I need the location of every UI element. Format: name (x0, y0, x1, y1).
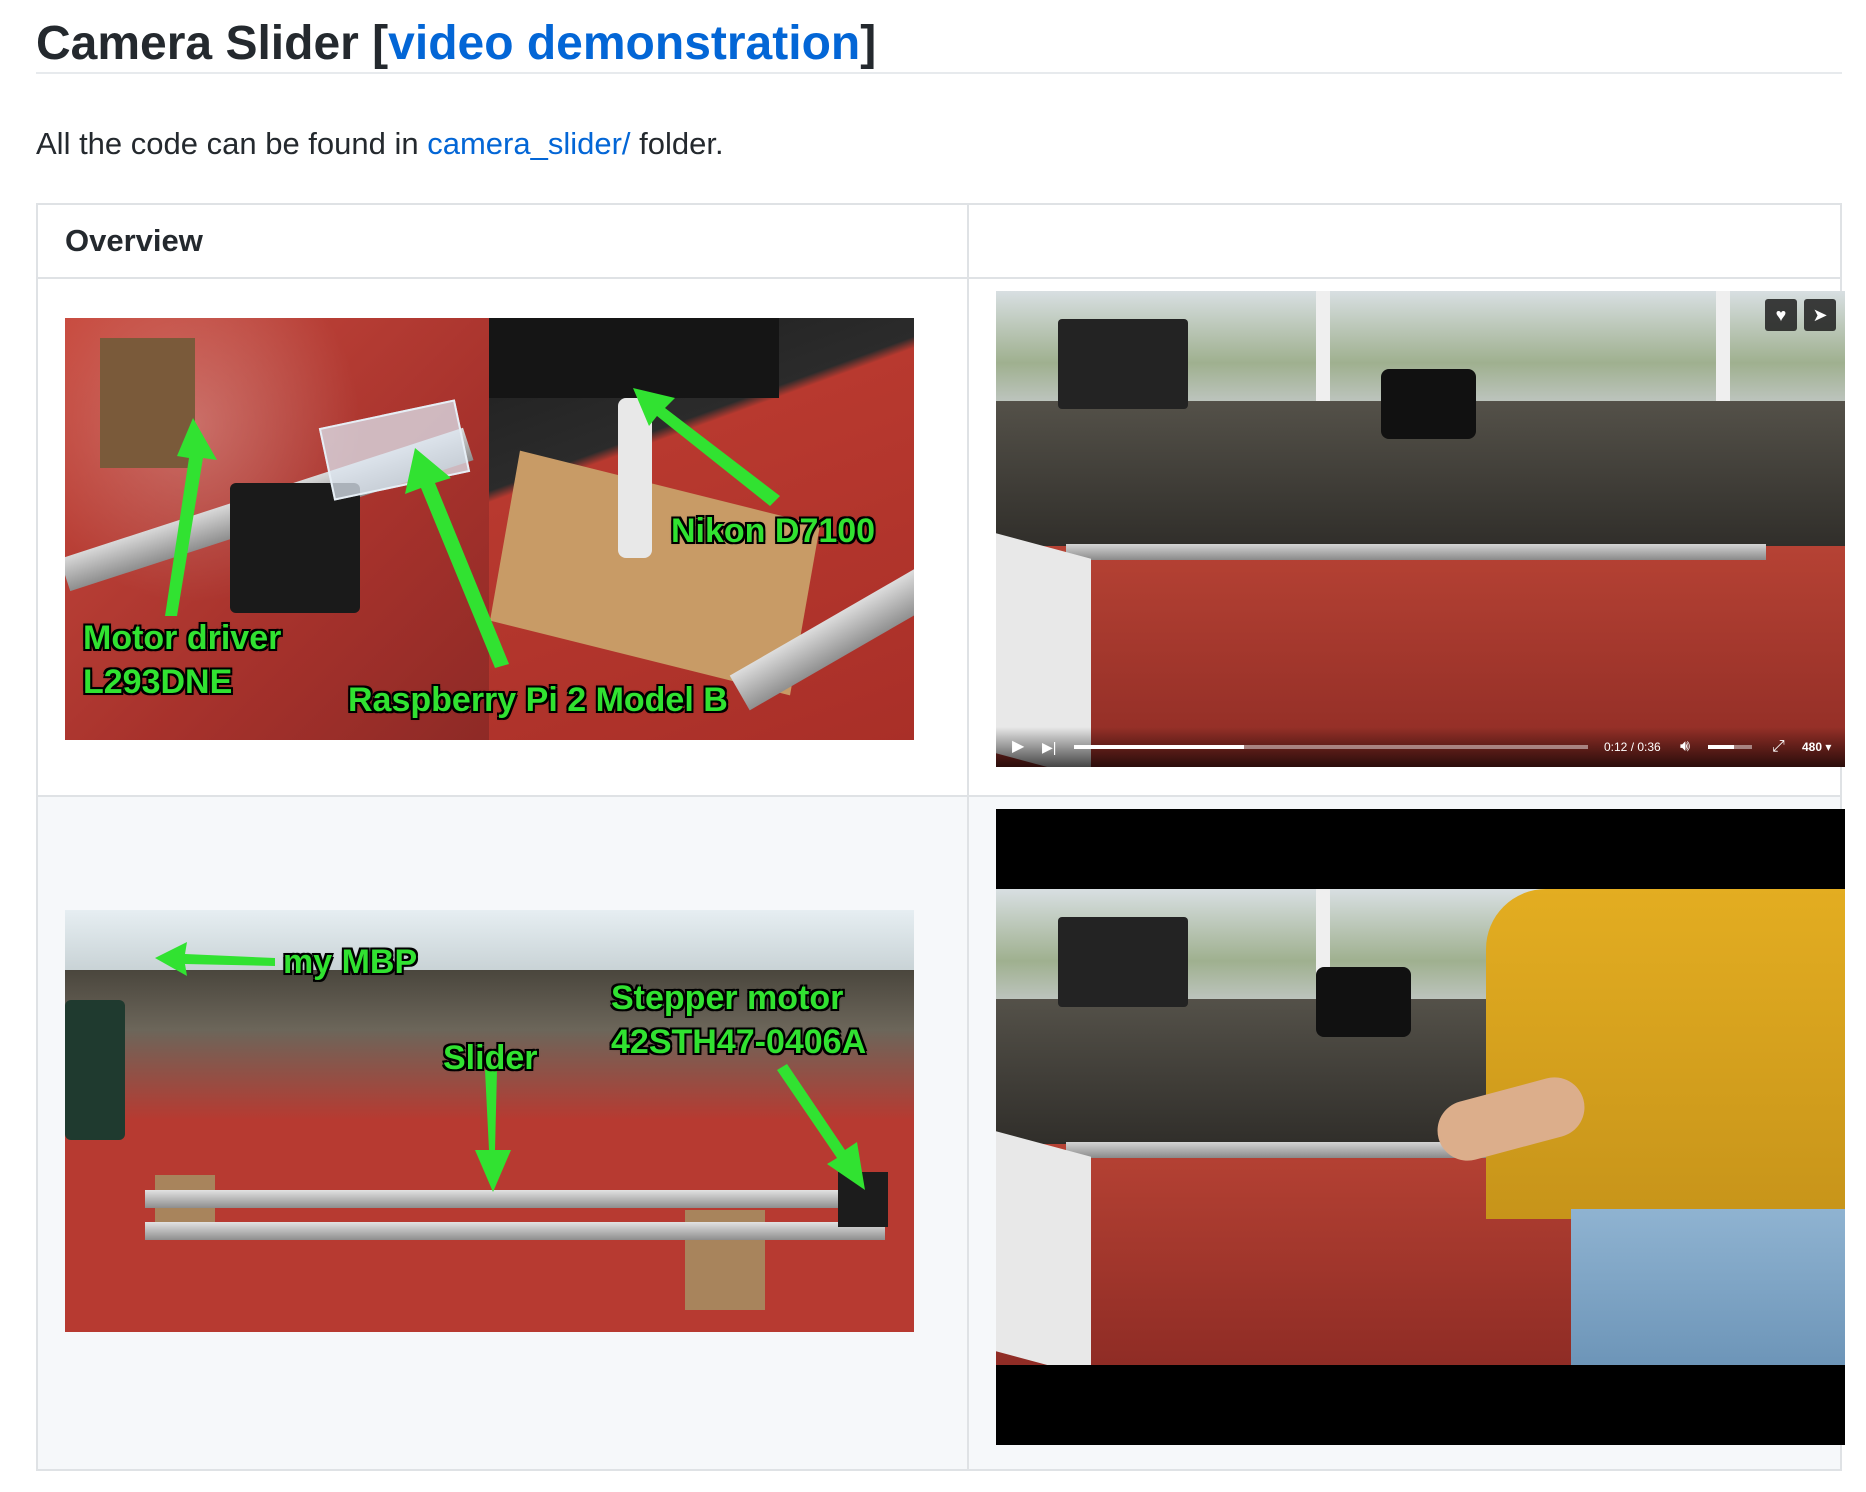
share-icon[interactable]: ➤ (1804, 299, 1836, 331)
section-heading: Camera Slider [video demonstration] (36, 0, 1842, 74)
chevron-down-icon: ▾ (1822, 740, 1832, 754)
overview-table: Overview Motor driver L293DNE Raspberry … (36, 203, 1845, 1471)
video-demonstration-link[interactable]: video demonstration (388, 17, 860, 70)
fullscreen-icon[interactable]: ⤢ (1772, 727, 1785, 767)
table-cell-video-player: ♥ ➤ ▶ ▶| 0:12 / 0:36 🔊︎ ⤢ 480 ▾ (967, 277, 1845, 797)
stepper-motor-label-line2: 42STH47-0406A (611, 1023, 867, 1061)
table-header-row: Overview (36, 203, 1842, 279)
heading-text: Camera Slider [ (36, 17, 389, 70)
table-cell-photo-electronics: Motor driver L293DNE Raspberry Pi 2 Mode… (36, 277, 969, 797)
table-row: my MBP Slider Stepper motor 42STH47-0406… (36, 795, 1845, 1471)
motor-driver-label-line2: L293DNE (83, 663, 233, 701)
video-preview[interactable] (996, 809, 1845, 1445)
raspberry-pi-label: Raspberry Pi 2 Model B (348, 681, 728, 719)
volume-icon[interactable]: 🔊︎ (1680, 727, 1690, 767)
intro-text-before: All the code can be found in (36, 126, 428, 161)
volume-slider[interactable] (1708, 745, 1752, 749)
slider-label: Slider (443, 1039, 538, 1077)
table-row: Motor driver L293DNE Raspberry Pi 2 Mode… (36, 277, 1845, 797)
play-icon[interactable]: ▶ (1012, 727, 1024, 767)
video-progress-bar[interactable] (1074, 745, 1588, 749)
heart-icon[interactable]: ♥ (1765, 299, 1797, 331)
arrows-slider-photo (155, 942, 865, 1192)
skip-next-icon[interactable]: ▶| (1042, 727, 1056, 767)
slider-photo: my MBP Slider Stepper motor 42STH47-0406… (65, 910, 914, 1332)
table-header-overview: Overview (36, 203, 969, 279)
heading-bracket: ] (860, 17, 877, 70)
stepper-motor-label-line1: Stepper motor (611, 979, 844, 1017)
quality-label: 480 (1802, 740, 1823, 754)
intro-text-after: folder. (630, 126, 724, 161)
quality-selector[interactable]: 480 ▾ (1802, 727, 1831, 767)
electronics-photo: Motor driver L293DNE Raspberry Pi 2 Mode… (65, 318, 914, 740)
video-time: 0:12 / 0:36 (1604, 740, 1661, 754)
table-cell-photo-slider: my MBP Slider Stepper motor 42STH47-0406… (36, 795, 969, 1471)
intro-paragraph: All the code can be found in camera_slid… (36, 124, 724, 164)
video-player[interactable]: ♥ ➤ ▶ ▶| 0:12 / 0:36 🔊︎ ⤢ 480 ▾ (996, 291, 1845, 767)
nikon-label: Nikon D7100 (671, 512, 876, 550)
table-header-empty (967, 203, 1842, 279)
camera-slider-folder-link[interactable]: camera_slider/ (427, 126, 630, 161)
readme-section: Camera Slider [video demonstration] All … (36, 0, 1845, 1471)
my-mbp-label: my MBP (283, 943, 418, 981)
motor-driver-label-line1: Motor driver (83, 619, 282, 657)
video-controls: ▶ ▶| 0:12 / 0:36 🔊︎ ⤢ 480 ▾ (996, 727, 1845, 767)
table-cell-video-frame (967, 795, 1845, 1471)
